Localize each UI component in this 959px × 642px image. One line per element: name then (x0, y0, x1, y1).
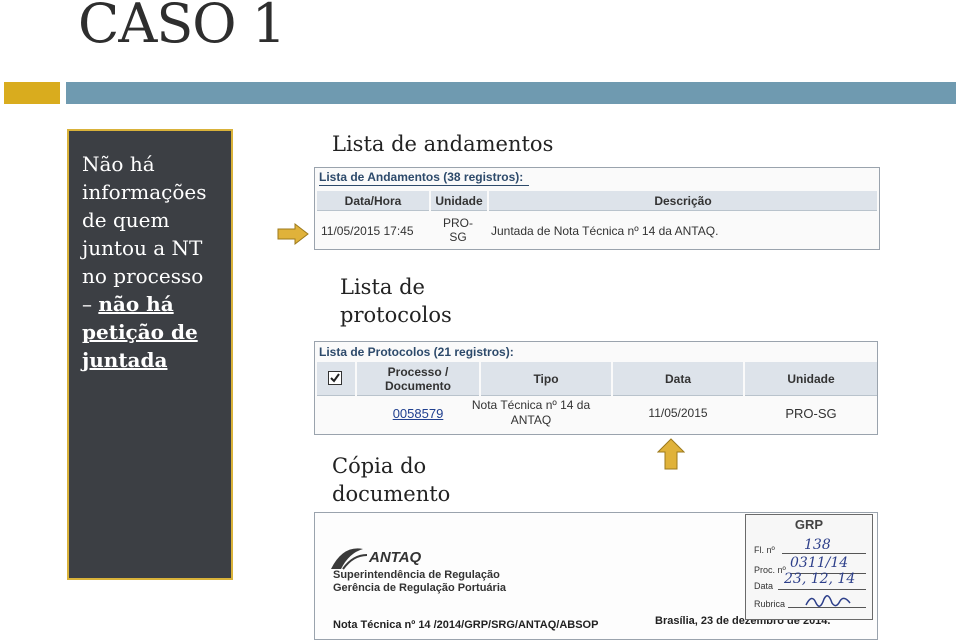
andamento-datahora: 11/05/2015 17:45 (321, 224, 414, 238)
side-dash: – (82, 292, 99, 316)
side-bold-3: juntada (82, 348, 168, 372)
stamp-data-label: Data (754, 581, 774, 591)
side-line-5: no processo (82, 264, 204, 288)
caption-andamentos: Lista de andamentos (332, 132, 554, 156)
col-checkbox (317, 362, 355, 396)
side-line-2: informações (82, 180, 207, 204)
checkmark-icon (330, 373, 340, 383)
header-accent-gold (4, 82, 60, 104)
andamentos-header: Lista de Andamentos (38 registros): (319, 170, 524, 184)
side-line-1: Não há (82, 152, 155, 176)
caption-protocolos-l1: Lista de (340, 275, 425, 299)
col-processo: Processo / Documento (357, 362, 479, 396)
protocolo-data: 11/05/2015 (648, 406, 708, 420)
slide-title: CASO 1 (78, 0, 286, 55)
caption-documento: Cópia do documento (332, 452, 450, 508)
col-descricao: Descrição (489, 191, 877, 211)
col-datahora: Data/Hora (317, 191, 429, 211)
nota-numero: Nota Técnica nº 14 /2014/GRP/SRG/ANTAQ/A… (333, 619, 599, 631)
caption-documento-l1: Cópia do (332, 454, 427, 478)
protocol-stamp: GRP Fl. nº 138 Proc. nº 0311/14 Data 23,… (745, 514, 873, 620)
stamp-proc-value: 0311/14 (790, 555, 849, 571)
side-line-4: juntou a NT (82, 236, 203, 260)
stamp-proc-label: Proc. nº (754, 565, 786, 575)
col-tipo: Tipo (481, 362, 611, 396)
stamp-rubrica-label: Rubrica (754, 599, 786, 609)
stamp-data-value: 23, 12, 14 (784, 571, 856, 587)
col-data: Data (613, 362, 743, 396)
header-accent-blue (66, 82, 956, 104)
stamp-line-3 (778, 589, 866, 590)
andamentos-table: Lista de Andamentos (38 registros): Data… (314, 167, 880, 250)
andamentos-header-underline (319, 185, 529, 186)
side-panel-text: Não há informações de quem juntou a NT n… (82, 150, 230, 374)
andamento-unidade-l1: PRO- (443, 216, 473, 230)
side-bold-1: não há (98, 292, 174, 316)
stamp-fl-value: 138 (804, 537, 831, 553)
stamp-fl-label: Fl. nº (754, 545, 775, 555)
caption-protocolos-l2: protocolos (340, 303, 452, 327)
protocolo-tipo-l2: ANTAQ (510, 413, 552, 427)
side-line-3: de quem (82, 208, 170, 232)
col-processo-l2: Documento (385, 379, 451, 393)
signature-icon (805, 595, 851, 607)
andamento-unidade-l2: SG (449, 230, 467, 244)
col-processo-l1: Processo / (387, 365, 449, 379)
andamento-unidade[interactable]: PRO- SG (440, 216, 476, 244)
caption-documento-l2: documento (332, 482, 451, 506)
antaq-logo-icon (331, 548, 368, 570)
side-bold-2: petição de (82, 320, 198, 344)
arrow-up-icon (657, 438, 685, 470)
org-line-2: Gerência de Regulação Portuária (333, 582, 507, 594)
protocolo-tipo: Nota Técnica nº 14 da ANTAQ (461, 398, 601, 428)
org-line-1: Superintendência de Regulação (333, 569, 500, 581)
antaq-logo-text: ANTAQ (369, 549, 422, 566)
stamp-title: GRP (794, 517, 824, 532)
caption-protocolos: Lista de protocolos (340, 273, 452, 329)
protocolos-table: Lista de Protocolos (21 registros): Proc… (314, 341, 878, 435)
protocolo-unidade: PRO-SG (785, 406, 837, 421)
side-line-6: – não há (82, 290, 230, 318)
protocolos-header: Lista de Protocolos (21 registros): (319, 345, 514, 359)
select-all-checkbox[interactable] (328, 371, 342, 385)
stamp-line-1 (782, 553, 866, 554)
protocolo-tipo-l1: Nota Técnica nº 14 da (471, 398, 591, 412)
col-unidade-protocolo: Unidade (745, 362, 877, 396)
andamento-descricao: Juntada de Nota Técnica nº 14 da ANTAQ. (491, 224, 719, 238)
arrow-right-icon (277, 223, 309, 245)
col-unidade: Unidade (431, 191, 487, 211)
stamp-line-4 (788, 607, 866, 608)
